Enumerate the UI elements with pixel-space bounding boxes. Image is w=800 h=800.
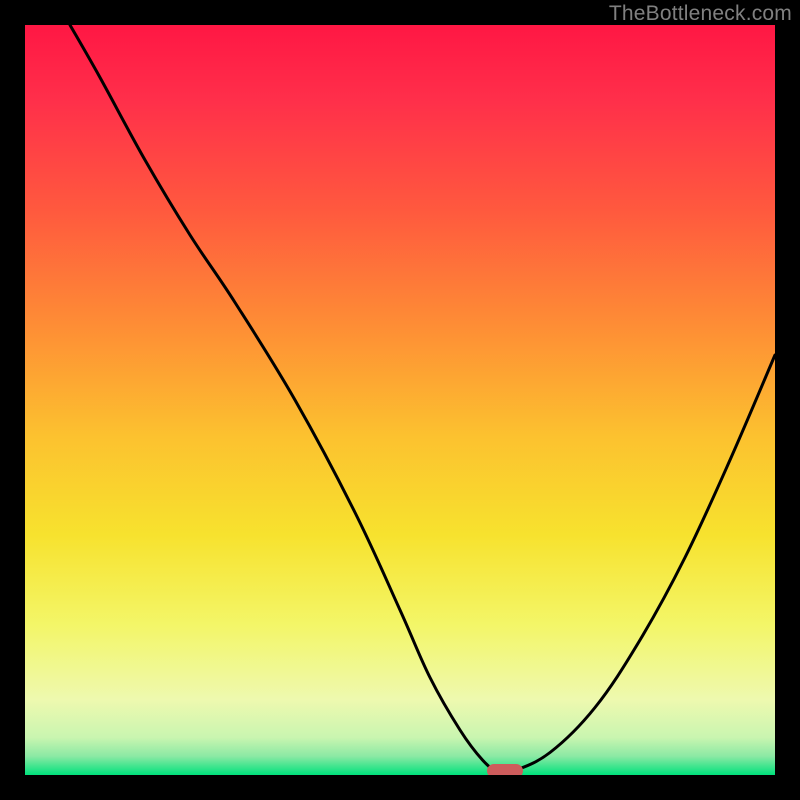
plot-area [25,25,775,775]
optimal-marker [487,764,523,775]
watermark-text: TheBottleneck.com [609,2,792,26]
bottleneck-curve [25,25,775,775]
chart-frame: TheBottleneck.com [0,0,800,800]
